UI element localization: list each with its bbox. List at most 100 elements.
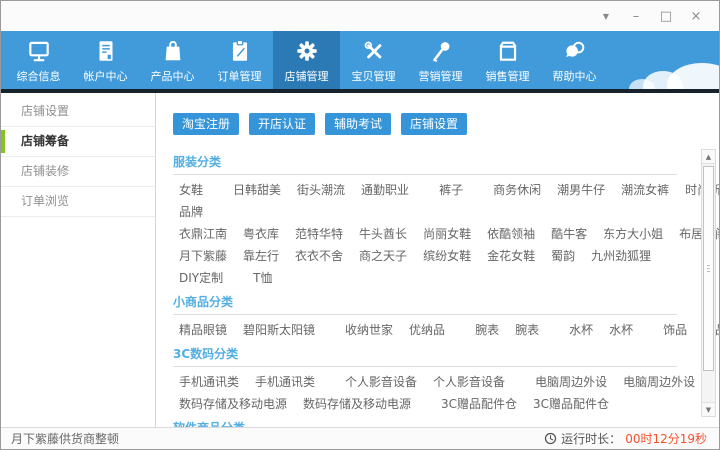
main-area: 店铺设置店铺筹备店铺装修订单浏览 淘宝注册开店认证辅助考试店铺设置 服装分类女鞋… [1,93,719,429]
category-link[interactable]: 收纳世家 [345,323,393,338]
category-link[interactable]: 范特华特 [295,227,343,242]
sidebar-item[interactable]: 店铺设置 [1,97,155,127]
category-group: 数码存储及移动电源 数码存储及移动电源 [179,397,411,412]
category-group: 裤子 [439,183,463,198]
toolbar-item-label: 销售管理 [486,68,530,84]
toolbar-item[interactable]: 帮助中心 [541,31,608,89]
content-panel: 淘宝注册开店认证辅助考试店铺设置 服装分类女鞋日韩甜美街头潮流通勤职业裤子商务休… [157,93,719,429]
category-link[interactable]: 水杯 [609,323,633,338]
category-link[interactable]: 月下紫藤 [179,249,227,264]
category-sections: 服装分类女鞋日韩甜美街头潮流通勤职业裤子商务休闲潮男牛仔潮流女裤时尚新秀品牌衣鼎… [173,153,695,429]
category-link[interactable]: 个人影音设备 [433,375,505,390]
category-link[interactable]: 衣鼎江南 [179,227,227,242]
status-bar: 月下紫藤供货商整顿 运行时长： 00时12分19秒 [1,427,719,449]
sidebar-item[interactable]: 店铺筹备 [1,127,155,157]
category-section: 小商品分类精品眼镜碧阳斯太阳镜收纳世家优纳品腕表腕表水杯水杯饰品饰品 [173,293,695,338]
action-button[interactable]: 店铺设置 [401,113,467,135]
action-buttons: 淘宝注册开店认证辅助考试店铺设置 [173,113,695,135]
category-link[interactable]: 女鞋 [179,183,203,198]
category-group: T恤 [253,271,272,286]
main-toolbar: 综合信息 帐户中心 产品中心 订单管理店铺管理宝贝管理营销管理 销售管理帮助中心 [1,31,719,89]
category-link[interactable]: 商之天子 [359,249,407,264]
category-link[interactable]: 日韩甜美 [233,183,281,198]
category-link[interactable]: 东方大小姐 [603,227,663,242]
category-link[interactable]: 数码存储及移动电源 [179,397,287,412]
toolbar-item-label: 营销管理 [419,68,463,84]
shop-sign-icon [495,38,521,64]
category-link[interactable]: 水杯 [569,323,593,338]
scrollbar-thumb[interactable] [703,166,714,371]
category-link[interactable]: 裤子 [439,183,463,198]
category-link[interactable]: 街头潮流 [297,183,345,198]
category-link[interactable]: 个人影音设备 [345,375,417,390]
category-link[interactable]: 腕表 [475,323,499,338]
category-link[interactable]: 衣衣不舍 [295,249,343,264]
category-link[interactable]: 碧阳斯太阳镜 [243,323,315,338]
toolbar-item[interactable]: 综合信息 [5,31,72,89]
category-link[interactable]: 手机通讯类 [179,375,239,390]
category-link[interactable]: 牛头酋长 [359,227,407,242]
scroll-down-icon[interactable]: ▼ [702,402,715,416]
action-button[interactable]: 开店认证 [249,113,315,135]
category-link[interactable]: 电脑周边外设 [623,375,695,390]
category-link[interactable]: 腕表 [515,323,539,338]
minimize-icon[interactable]: – [621,1,651,31]
action-button[interactable]: 辅助考试 [325,113,391,135]
category-link[interactable]: 优纳品 [409,323,445,338]
sidebar-item[interactable]: 订单浏览 [1,187,155,217]
toolbar-item-label: 订单管理 [218,68,262,84]
category-link[interactable]: DIY定制 [179,271,223,286]
toolbar-item[interactable]: 销售管理 [474,31,541,89]
category-link[interactable]: 蜀韵 [551,249,575,264]
category-row: 数码存储及移动电源 数码存储及移动电源 3C赠品配件仓 3C赠品配件仓 [173,397,695,412]
toolbar-item-label: 综合信息 [17,68,61,84]
clock-icon [544,432,557,445]
category-link[interactable]: 依酷领袖 [487,227,535,242]
category-link[interactable]: 潮流女裤 [621,183,669,198]
toolbar-nav: 综合信息 帐户中心 产品中心 订单管理店铺管理宝贝管理营销管理 销售管理帮助中心 [1,31,719,89]
category-link[interactable]: 数码存储及移动电源 [303,397,411,412]
toolbar-item[interactable]: 营销管理 [407,31,474,89]
category-link[interactable]: 3C赠品配件仓 [533,397,609,412]
category-section: 服装分类女鞋日韩甜美街头潮流通勤职业裤子商务休闲潮男牛仔潮流女裤时尚新秀品牌衣鼎… [173,153,695,286]
category-link[interactable]: 靠左行 [243,249,279,264]
category-row: 手机通讯类 手机通讯类 个人影音设备 个人影音设备 电脑周边外设 电脑周边外设 [173,375,695,390]
action-button[interactable]: 淘宝注册 [173,113,239,135]
toolbar-item-label: 帐户中心 [84,68,128,84]
category-section: 3C数码分类手机通讯类 手机通讯类 个人影音设备 个人影音设备 电脑周边外设 电脑周边外设… [173,345,695,412]
toolbar-item[interactable]: 店铺管理 [273,31,340,89]
category-link[interactable]: 商务休闲 [493,183,541,198]
category-link[interactable]: T恤 [253,271,272,286]
account-card-icon [93,38,119,64]
category-link[interactable]: 九州劲狐狸 [591,249,651,264]
maximize-icon[interactable]: □ [651,1,681,31]
category-link[interactable]: 3C赠品配件仓 [441,397,517,412]
toolbar-item[interactable]: 产品中心 [139,31,206,89]
category-link[interactable]: 电脑周边外设 [535,375,607,390]
category-group: 月下紫藤 靠左行 衣衣不舍 商之天子 缤纷女鞋 金花女鞋 蜀韵 九州劲狐狸 [179,249,651,264]
category-link[interactable]: 金花女鞋 [487,249,535,264]
category-link[interactable]: 尚丽女鞋 [423,227,471,242]
sidebar-item[interactable]: 店铺装修 [1,157,155,187]
vertical-scrollbar[interactable]: ▲ ▼ [701,149,716,417]
category-group: 手机通讯类 手机通讯类 [179,375,315,390]
category-link[interactable]: 酷牛客 [551,227,587,242]
category-link[interactable]: 饰品 [663,323,687,338]
category-link[interactable]: 精品眼镜 [179,323,227,338]
section-title: 3C数码分类 [173,345,677,367]
category-link[interactable]: 缤纷女鞋 [423,249,471,264]
category-link[interactable]: 手机通讯类 [255,375,315,390]
close-icon[interactable]: × [681,1,711,31]
scroll-up-icon[interactable]: ▲ [702,150,715,164]
scrollbar-grip-icon [707,265,710,274]
toolbar-item-label: 产品中心 [151,68,195,84]
toolbar-item[interactable]: 宝贝管理 [340,31,407,89]
toolbar-item[interactable]: 订单管理 [206,31,273,89]
category-group: 腕表 腕表 [475,323,539,338]
toolbar-item[interactable]: 帐户中心 [72,31,139,89]
category-link[interactable]: 粤衣库 [243,227,279,242]
category-link[interactable]: 潮男牛仔 [557,183,605,198]
category-link[interactable]: 通勤职业 [361,183,409,198]
skin-dropdown-icon[interactable]: ▼ [591,1,621,31]
monitor-icon [26,38,52,64]
